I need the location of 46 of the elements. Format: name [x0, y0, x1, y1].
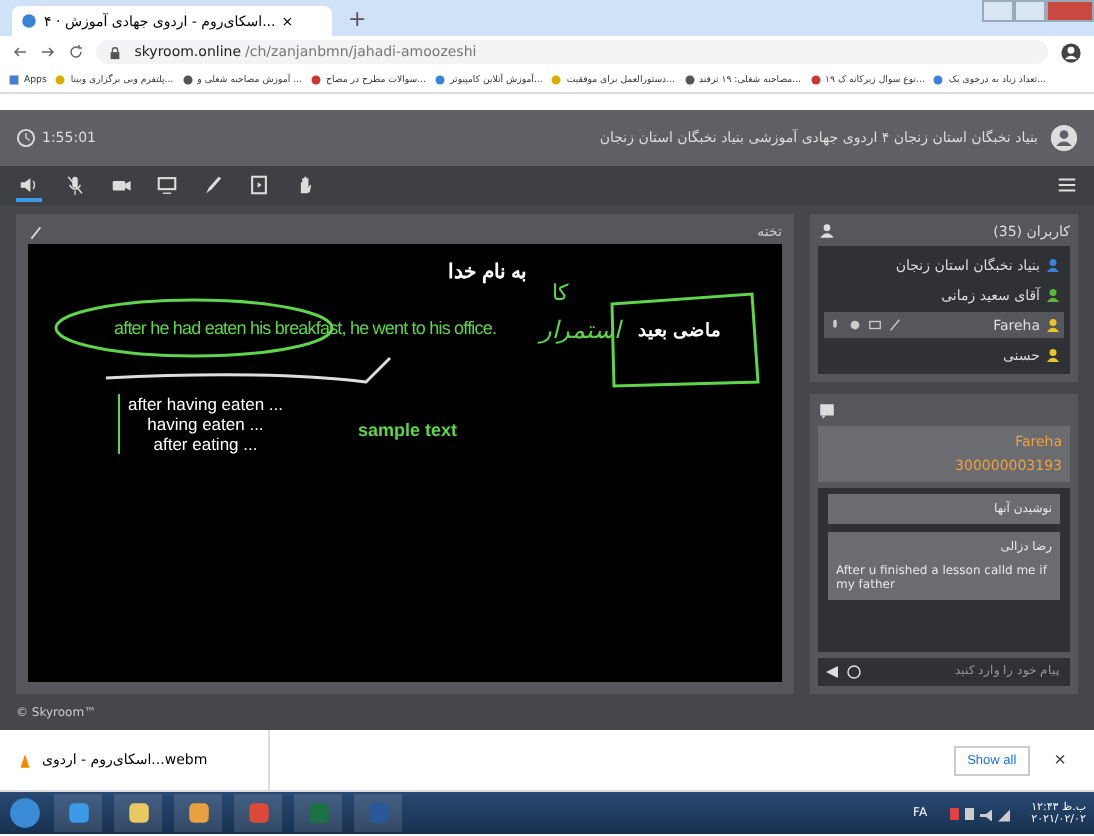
vlc-cone-icon — [16, 751, 34, 769]
bookmark-favicon-icon — [181, 74, 194, 86]
start-orb-icon — [8, 796, 42, 830]
bookmark-favicon-icon — [54, 74, 67, 86]
handwritten-mark: کا — [552, 280, 568, 306]
forward-icon — [40, 44, 56, 60]
pencil-icon — [28, 223, 46, 241]
document-icon — [248, 173, 270, 195]
sample-text: sample text — [358, 420, 458, 440]
users-icon — [818, 222, 836, 240]
brush-icon — [202, 173, 224, 195]
back-icon — [12, 44, 28, 60]
taskbar-button[interactable] — [174, 794, 222, 832]
menu-icon — [1056, 173, 1078, 195]
lock-icon — [108, 45, 122, 59]
window-controls[interactable] — [982, 0, 1094, 22]
bookmark-favicon-icon — [683, 74, 695, 86]
user-avatar-icon — [1050, 124, 1078, 152]
pencil-icon — [888, 318, 902, 332]
bookmark-favicon-icon — [550, 74, 563, 86]
board-note: ماضی بعید — [638, 320, 722, 340]
profile-icon — [1060, 41, 1082, 63]
send-icon — [824, 664, 840, 680]
bookmark-favicon-icon — [932, 74, 945, 86]
taskbar-button[interactable] — [114, 794, 162, 832]
bookmark-favicon-icon — [434, 74, 447, 86]
apps-grid-icon — [8, 74, 20, 86]
screen-icon — [868, 318, 882, 332]
mic-off-tool-button[interactable] — [62, 171, 88, 201]
new-tab-button[interactable]: + — [340, 5, 375, 31]
bookmark-favicon-icon — [309, 74, 322, 86]
favicon-icon — [20, 12, 38, 30]
board-heading: به نام خدا — [448, 260, 528, 284]
bookmark-favicon-icon — [809, 74, 822, 86]
board-option: having eaten ... — [147, 414, 264, 434]
mic-off-icon — [64, 173, 86, 195]
board-option: after having eaten ... — [128, 394, 283, 414]
board-option: after eating ... — [153, 434, 258, 454]
clock-icon — [16, 128, 36, 148]
close-button[interactable]: × — [1042, 747, 1078, 773]
taskbar-button[interactable] — [54, 794, 102, 832]
chat-icon — [818, 402, 836, 420]
screen-icon — [156, 173, 178, 195]
reload-icon — [68, 44, 84, 60]
speaker-icon — [18, 173, 40, 195]
mic-icon — [828, 318, 842, 332]
